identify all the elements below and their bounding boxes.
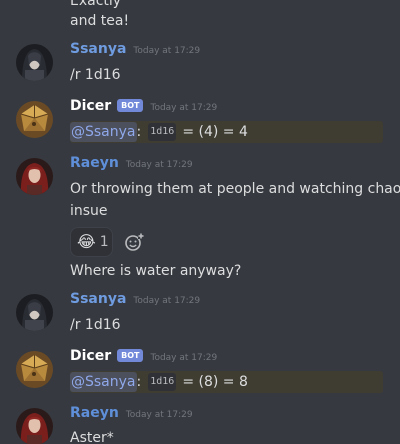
dice-expression: 1d16 <box>148 373 177 391</box>
laughing-emoji-icon: 😂 <box>77 232 96 251</box>
timestamp: Today at 17:29 <box>150 103 218 113</box>
hooded-figure-avatar[interactable] <box>16 294 53 331</box>
bot-badge: BOT <box>117 349 144 362</box>
username[interactable]: Raeyn <box>70 405 119 421</box>
roll-result: = (8) = 8 <box>182 374 248 390</box>
user-mention[interactable]: @Ssanya <box>70 372 137 392</box>
message-header: Raeyn Today at 17:29 <box>70 405 193 425</box>
roll-result: = (4) = 4 <box>182 124 248 140</box>
username[interactable]: Dicer <box>70 98 111 114</box>
chat-messages: Exactly and tea! Ssanya Today at 17:29 /… <box>0 0 400 444</box>
message-header: Ssanya Today at 17:29 <box>70 41 200 61</box>
timestamp: Today at 17:29 <box>133 296 201 306</box>
message-text: insue <box>70 203 108 219</box>
username[interactable]: Dicer <box>70 348 111 364</box>
timestamp: Today at 17:29 <box>125 160 193 170</box>
reaction-pill[interactable]: 😂 1 <box>70 227 113 257</box>
dice-result: @Ssanya : 1d16 = (8) = 8 <box>70 371 383 393</box>
message-header: Dicer BOT Today at 17:29 <box>70 348 217 368</box>
username[interactable]: Ssanya <box>70 41 126 57</box>
timestamp: Today at 17:29 <box>150 353 218 363</box>
message-text: Aster* <box>70 430 114 444</box>
message-text: Where is water anyway? <box>70 263 242 279</box>
bot-badge: BOT <box>117 99 144 112</box>
message-text: /r 1d16 <box>70 317 121 333</box>
dice-result: @Ssanya : 1d16 = (4) = 4 <box>70 121 383 143</box>
username[interactable]: Ssanya <box>70 291 126 307</box>
red-haired-avatar[interactable] <box>16 158 53 195</box>
message-header: Raeyn Today at 17:29 <box>70 155 193 175</box>
message-text: Or throwing them at people and watching … <box>70 181 400 197</box>
hooded-figure-avatar[interactable] <box>16 44 53 81</box>
message-header: Dicer BOT Today at 17:29 <box>70 98 217 118</box>
message-header: Ssanya Today at 17:29 <box>70 291 200 311</box>
red-haired-avatar[interactable] <box>16 408 53 444</box>
username[interactable]: Raeyn <box>70 155 119 171</box>
dice-avatar[interactable] <box>16 101 53 138</box>
mention-colon: : <box>136 374 142 390</box>
dice-avatar[interactable] <box>16 351 53 388</box>
user-mention[interactable]: @Ssanya <box>70 122 137 142</box>
add-reaction-icon[interactable] <box>123 231 145 253</box>
dice-expression: 1d16 <box>148 123 177 141</box>
mention-colon: : <box>136 124 142 140</box>
timestamp: Today at 17:29 <box>125 410 193 420</box>
reaction-count: 1 <box>99 234 109 250</box>
message-text: and tea! <box>70 13 130 29</box>
timestamp: Today at 17:29 <box>133 46 201 56</box>
message-text: /r 1d16 <box>70 67 121 83</box>
